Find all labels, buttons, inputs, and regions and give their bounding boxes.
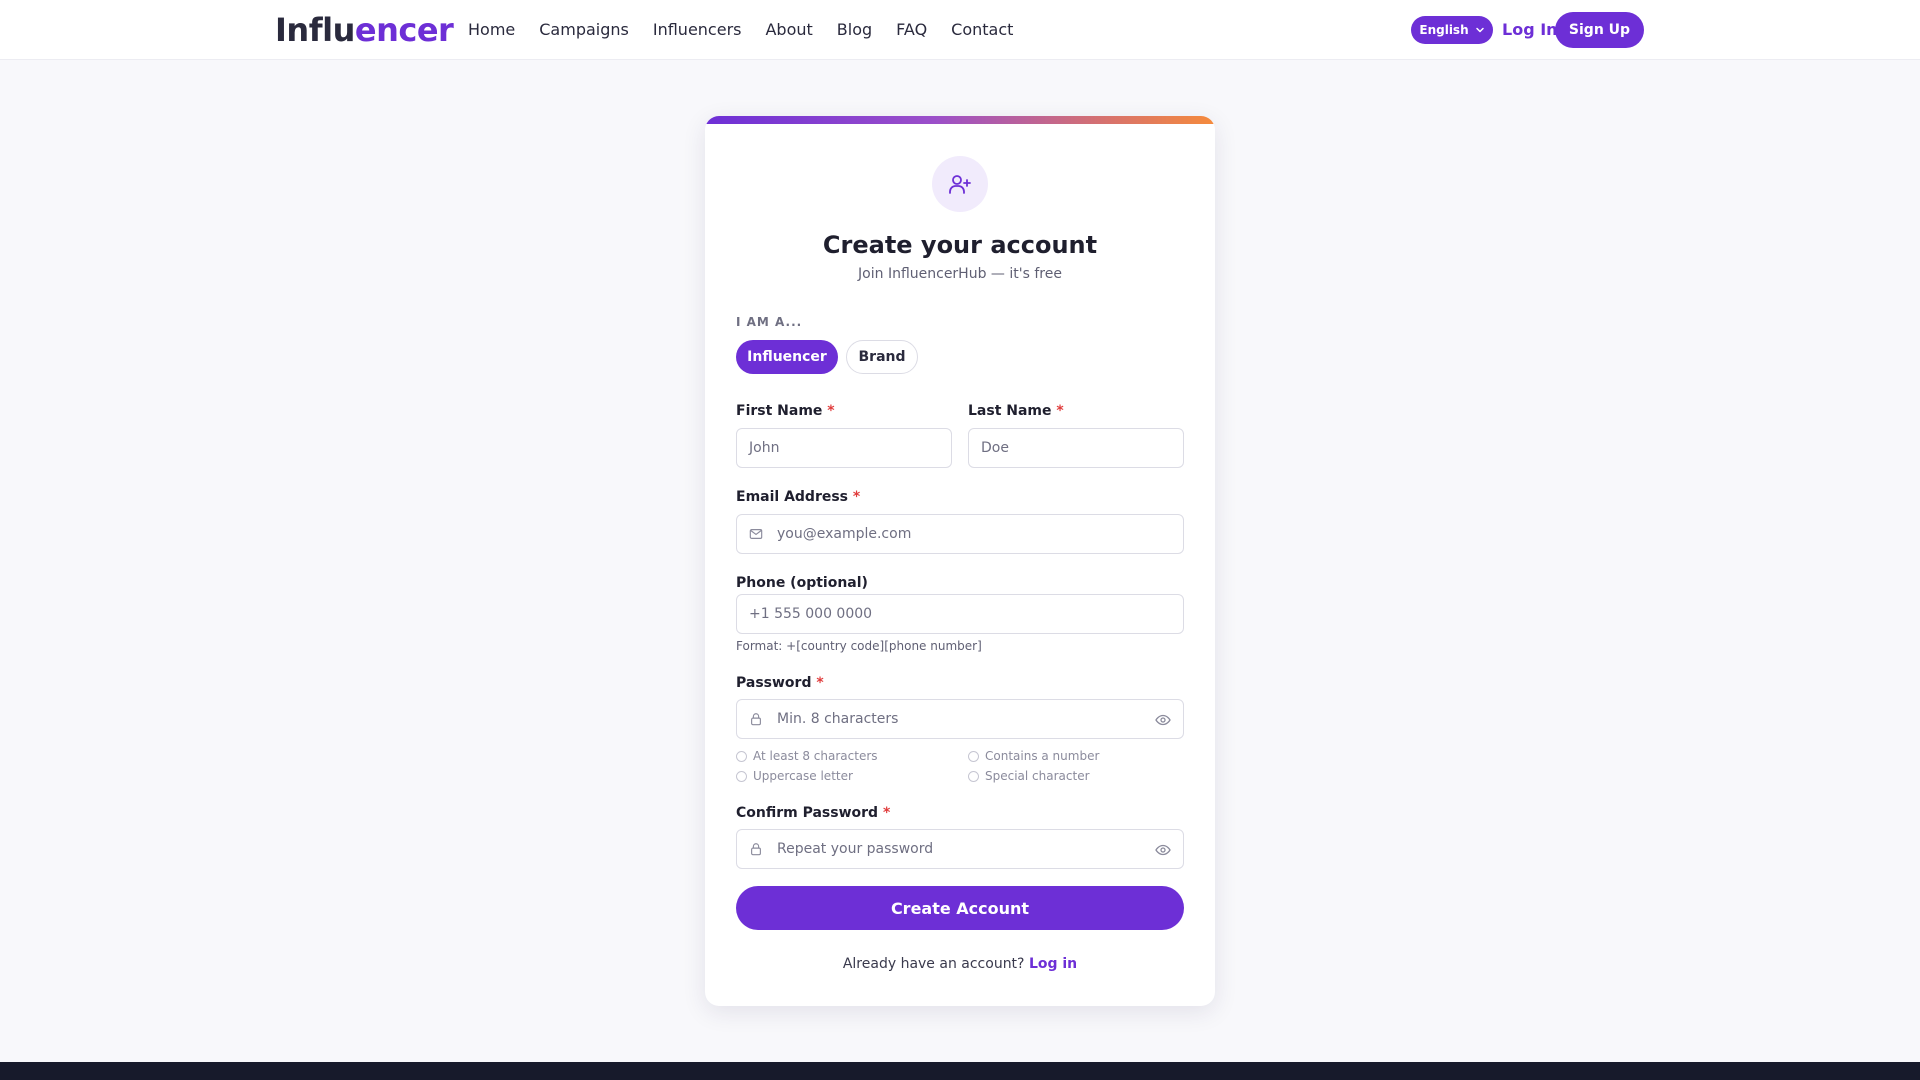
nav-signup-button[interactable]: Sign Up [1555,12,1644,48]
role-brand-button[interactable]: Brand [846,340,918,374]
password-field[interactable]: Min. 8 characters [736,699,1184,739]
requirement-text: Uppercase letter [753,769,853,783]
phone-format-hint: Format: +[country code][phone number] [736,639,982,653]
password-requirement-number: Contains a number [968,748,1099,764]
email-placeholder: you@example.com [777,526,912,542]
first-name-label-text: First Name [736,403,823,419]
confirm-password-label: Confirm Password * [736,803,890,823]
email-label-text: Email Address [736,489,849,505]
email-field[interactable]: you@example.com [736,514,1184,554]
first-name-placeholder: John [749,440,780,456]
eye-icon[interactable] [1155,842,1171,858]
nav-link-faq[interactable]: FAQ [896,18,927,42]
lock-icon [749,711,765,727]
nav-link-blog[interactable]: Blog [837,18,872,42]
requirement-status-icon [736,770,747,782]
nav-login-link[interactable]: Log In [1502,18,1558,42]
password-requirement-length: At least 8 characters [736,748,878,764]
top-navbar: Influencer Home Campaigns Influencers Ab… [0,0,1920,60]
requirement-text: Contains a number [985,749,1100,763]
role-toggle: Influencer Brand [736,340,918,374]
create-account-button[interactable]: Create Account [736,886,1184,930]
login-link[interactable]: Log in [1029,956,1077,972]
required-marker: * [852,489,861,505]
phone-placeholder: +1 555 000 0000 [749,606,873,622]
nav-link-campaigns[interactable]: Campaigns [539,18,629,42]
phone-label: Phone (optional) [736,575,868,591]
page-title: Create your account [822,231,1098,259]
nav-link-about[interactable]: About [765,18,812,42]
confirm-password-field[interactable]: Repeat your password [736,829,1184,869]
page-subtitle: Join InfluencerHub — it's free [858,266,1062,282]
last-name-field[interactable]: Doe [968,428,1184,468]
confirm-password-placeholder: Repeat your password [777,841,934,857]
chevron-down-icon [1475,27,1484,33]
brand-logo-part1: Influ [275,11,355,49]
last-name-label-text: Last Name [968,403,1052,419]
last-name-placeholder: Doe [981,440,1009,456]
avatar-badge [932,156,988,212]
last-name-label: Last Name * [968,401,1064,421]
nav-link-influencers[interactable]: Influencers [653,18,742,42]
brand-logo[interactable]: Influencer [275,10,454,50]
signup-card: Create your account Join InfluencerHub —… [705,116,1215,1006]
password-label-text: Password [736,675,812,691]
password-requirement-special: Special character [968,768,1090,784]
brand-logo-part2: encer [354,11,454,49]
password-placeholder: Min. 8 characters [777,711,899,727]
nav-link-home[interactable]: Home [468,18,515,42]
role-label: I AM A... [736,315,803,329]
login-prompt: Already have an account? Log in [705,954,1215,974]
required-marker: * [882,805,891,821]
requirement-text: Special character [985,769,1090,783]
language-label: English [1419,23,1469,37]
requirement-text: At least 8 characters [753,749,878,763]
main-nav: Home Campaigns Influencers About Blog FA… [468,18,1013,42]
first-name-label: First Name * [736,401,835,421]
role-influencer-button[interactable]: Influencer [736,340,838,374]
login-prompt-text: Already have an account? [842,956,1025,972]
eye-icon[interactable] [1155,712,1171,728]
lock-icon [749,841,765,857]
requirement-status-icon [968,770,979,782]
footer [0,1062,1920,1080]
mail-icon [749,526,765,542]
required-marker: * [816,675,824,691]
required-marker: * [827,403,835,419]
confirm-password-label-text: Confirm Password [736,805,879,821]
phone-field[interactable]: +1 555 000 0000 [736,594,1184,634]
password-label: Password * [736,673,824,693]
email-label: Email Address * [736,487,860,507]
language-select[interactable]: English [1411,16,1493,44]
first-name-field[interactable]: John [736,428,952,468]
card-gradient-bar [705,116,1215,124]
required-marker: * [1056,403,1064,419]
user-plus-icon [949,175,971,194]
requirement-status-icon [736,750,747,762]
password-requirement-uppercase: Uppercase letter [736,768,853,784]
nav-link-contact[interactable]: Contact [951,18,1013,42]
requirement-status-icon [968,750,979,762]
